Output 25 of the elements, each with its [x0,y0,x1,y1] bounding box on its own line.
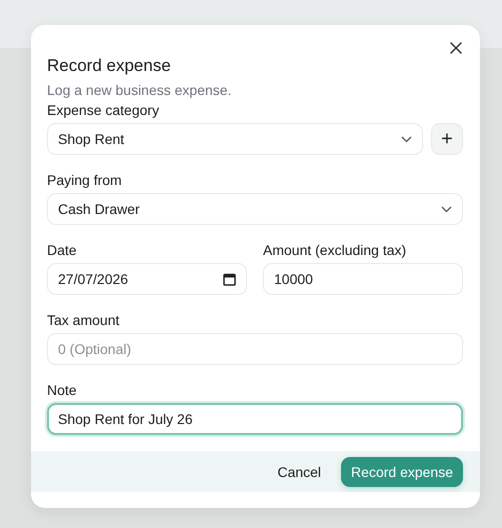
add-button[interactable]: + [431,123,463,155]
chevron-down-icon [401,136,412,142]
dialog-subtitle: Log a new business expense. [47,81,232,99]
field-label: Paying from [47,171,123,189]
calendar-icon [223,272,236,286]
input-field[interactable]: 0 (Optional) [47,333,463,365]
field-label: Tax amount [47,311,120,329]
input-field[interactable]: Shop Rent for July 26 [47,403,463,435]
cancel-button[interactable]: Cancel [275,456,324,486]
select-value: Cash Drawer [58,201,140,217]
field-label: Date [47,241,78,259]
dialog-title: Record expense [47,55,172,77]
close-icon [450,42,462,54]
field-label: Amount (excluding tax) [263,241,408,259]
input-field[interactable]: 10000 [263,263,463,295]
select-field[interactable]: Cash Drawer [47,193,463,225]
select-value: Shop Rent [58,131,124,147]
date-value: 27/07/2026 [58,271,128,287]
field-label: Note [47,381,78,399]
select-field[interactable]: Shop Rent [47,123,423,155]
submit-button[interactable]: Record expense [341,456,463,486]
chevron-down-icon [441,206,452,212]
field-label: Expense category [47,101,160,119]
close-button[interactable] [448,40,464,56]
date-field[interactable]: 27/07/2026 [47,263,247,295]
